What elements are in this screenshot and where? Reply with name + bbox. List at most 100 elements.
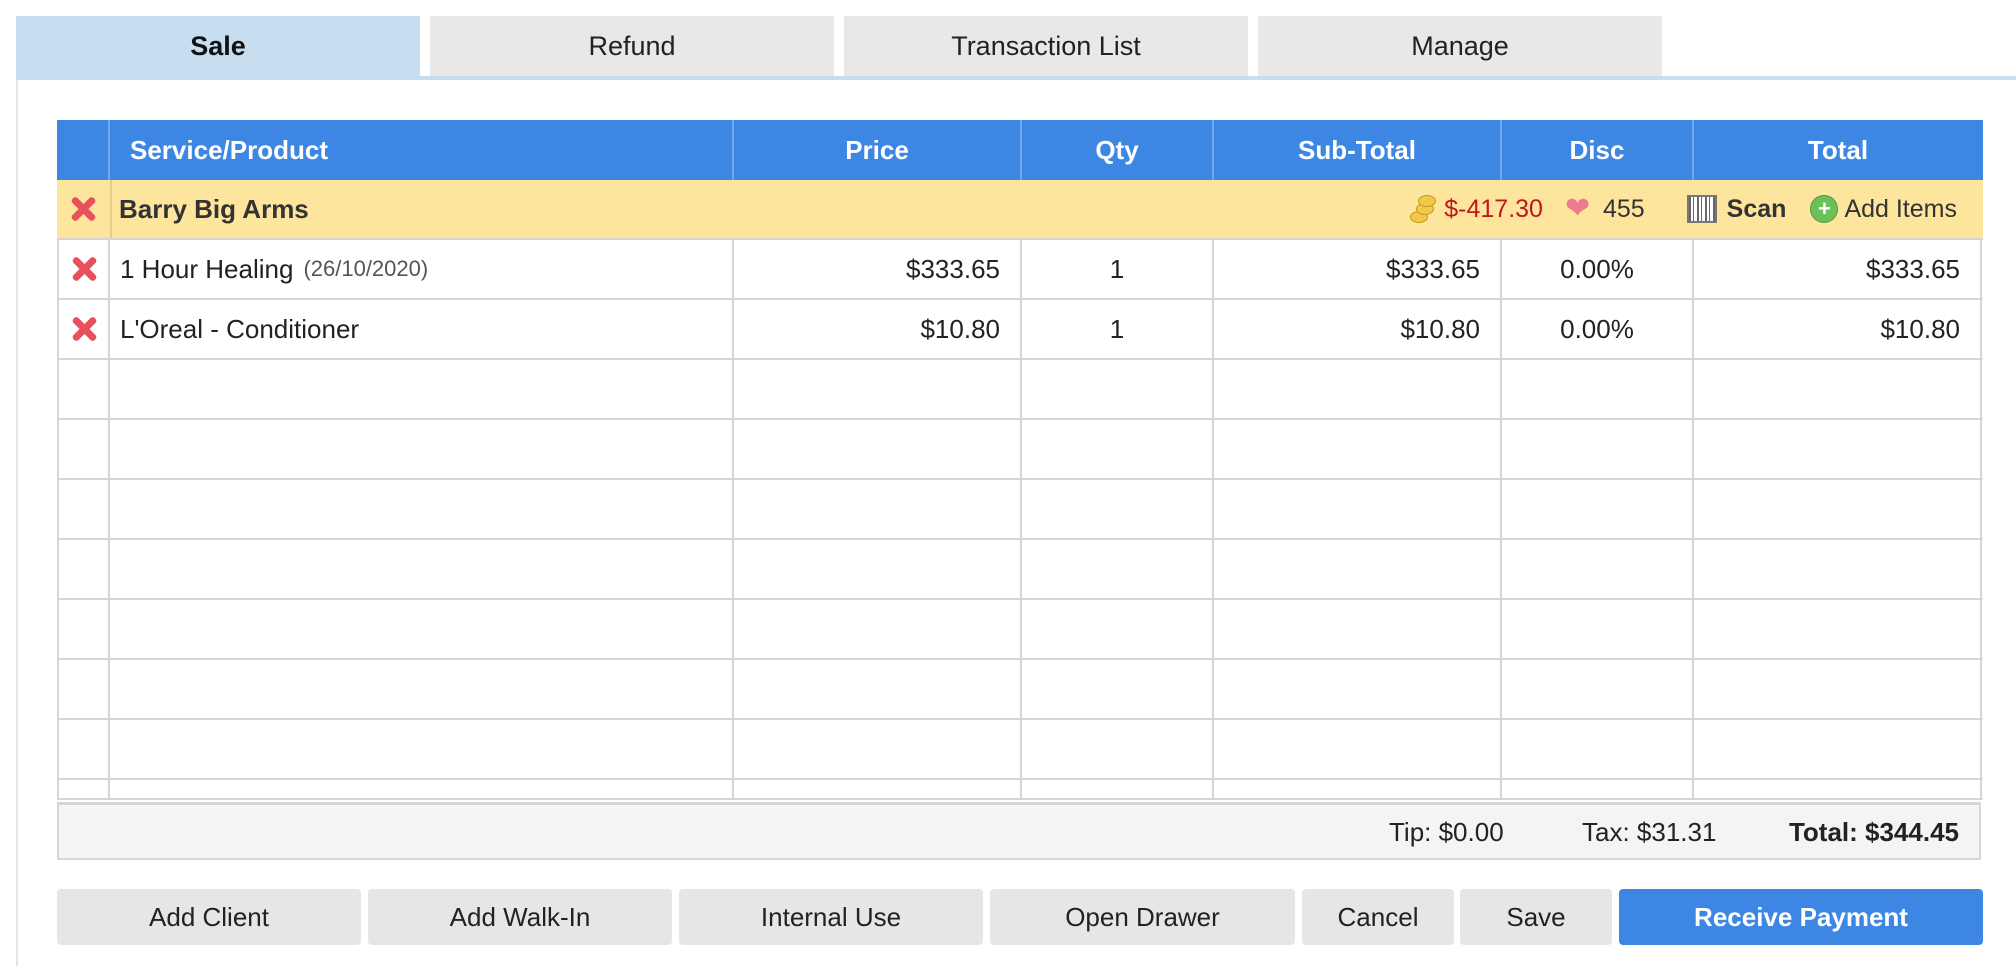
item-name-cell[interactable]: L'Oreal - Conditioner [110, 300, 734, 358]
tip-amount[interactable]: Tip: $0.00 [1389, 805, 1504, 859]
add-icon[interactable]: + [1810, 195, 1839, 223]
open-drawer-button[interactable]: Open Drawer [990, 889, 1295, 945]
client-balance[interactable]: $-417.30 [1444, 195, 1543, 224]
tab-manage[interactable]: Manage [1258, 16, 1662, 77]
item-name-cell[interactable]: 1 Hour Healing (26/10/2020) [110, 240, 734, 298]
empty-cell [1502, 660, 1694, 718]
empty-cell [734, 540, 1022, 598]
empty-cell [110, 660, 734, 718]
empty-cell [1694, 780, 1982, 798]
item-qty[interactable]: 1 [1022, 240, 1214, 298]
empty-cell [1502, 780, 1694, 798]
empty-row [57, 720, 1983, 780]
empty-cell [57, 420, 110, 478]
empty-cell [1502, 360, 1694, 418]
empty-cell [110, 540, 734, 598]
remove-icon[interactable] [70, 315, 98, 343]
add-walkin-button[interactable]: Add Walk-In [368, 889, 672, 945]
item-name: 1 Hour Healing [120, 253, 294, 284]
empty-cell [1022, 660, 1214, 718]
empty-cell [1214, 480, 1502, 538]
tab-sale[interactable]: Sale [16, 16, 420, 77]
remove-client-icon[interactable] [69, 195, 97, 228]
loyalty-points[interactable]: 455 [1603, 195, 1645, 224]
empty-row [57, 360, 1983, 420]
header-qty: Qty [1022, 120, 1214, 180]
empty-row [57, 540, 1983, 600]
empty-row [57, 480, 1983, 540]
empty-cell [1214, 780, 1502, 798]
item-price[interactable]: $333.65 [734, 240, 1022, 298]
empty-cell [734, 420, 1022, 478]
item-subtotal: $10.80 [1214, 300, 1502, 358]
empty-cell [1214, 420, 1502, 478]
tab-refund[interactable]: Refund [430, 16, 834, 77]
item-disc[interactable]: 0.00% [1502, 240, 1694, 298]
client-row: Barry Big Arms $-417.30 ❤ 455 Scan + Add… [57, 180, 1983, 240]
tax-amount: Tax: $31.31 [1582, 816, 1717, 847]
item-disc[interactable]: 0.00% [1502, 300, 1694, 358]
empty-cell [1022, 540, 1214, 598]
empty-cell [1214, 720, 1502, 778]
empty-cell [57, 780, 110, 798]
cancel-button[interactable]: Cancel [1302, 889, 1454, 945]
empty-cell [1502, 540, 1694, 598]
item-qty[interactable]: 1 [1022, 300, 1214, 358]
empty-rows [57, 360, 1983, 800]
empty-cell [1694, 420, 1982, 478]
divider [110, 180, 112, 238]
empty-cell [734, 480, 1022, 538]
empty-cell [1022, 420, 1214, 478]
empty-cell [1022, 360, 1214, 418]
empty-cell [1502, 420, 1694, 478]
remove-item-cell[interactable] [57, 300, 110, 358]
item-price[interactable]: $10.80 [734, 300, 1022, 358]
empty-cell [1022, 480, 1214, 538]
empty-cell [1022, 720, 1214, 778]
item-date: (26/10/2020) [303, 256, 429, 281]
empty-cell [734, 780, 1022, 798]
empty-cell [110, 720, 734, 778]
empty-cell [1694, 600, 1982, 658]
header-total: Total [1807, 134, 1869, 165]
empty-row [57, 600, 1983, 660]
client-name[interactable]: Barry Big Arms [119, 180, 309, 238]
tab-underline [16, 76, 2016, 80]
barcode-icon[interactable] [1686, 195, 1717, 223]
heart-icon: ❤ [1564, 192, 1591, 225]
item-name: L'Oreal - Conditioner [120, 313, 360, 344]
empty-cell [57, 720, 110, 778]
remove-item-cell[interactable] [57, 240, 110, 298]
table-row: 1 Hour Healing (26/10/2020) $333.65 1 $3… [57, 240, 1983, 300]
header-subtotal: Sub-Total [1214, 120, 1502, 180]
scan-button[interactable]: Scan [1727, 195, 1787, 224]
empty-cell [1502, 720, 1694, 778]
totals-bar: Tip: $0.00 Tax: $31.31 Total: $344.45 [57, 802, 1981, 860]
empty-row [57, 660, 1983, 720]
internal-use-button[interactable]: Internal Use [679, 889, 983, 945]
receive-payment-button[interactable]: Receive Payment [1619, 889, 1983, 945]
header-delete-col [57, 120, 110, 180]
add-client-button[interactable]: Add Client [57, 889, 361, 945]
sale-table: Service/Product Price Qty Sub-Total Disc… [57, 120, 1983, 800]
item-subtotal: $333.65 [1214, 240, 1502, 298]
empty-cell [110, 780, 734, 798]
empty-cell [110, 480, 734, 538]
client-tools: $-417.30 ❤ 455 Scan + Add Items [1408, 180, 1957, 238]
empty-cell [57, 600, 110, 658]
empty-cell [1214, 600, 1502, 658]
save-button[interactable]: Save [1460, 889, 1612, 945]
empty-cell [110, 420, 734, 478]
table-header: Service/Product Price Qty Sub-Total Disc… [57, 120, 1983, 180]
empty-cell [1694, 480, 1982, 538]
empty-cell [57, 540, 110, 598]
tab-transaction-list[interactable]: Transaction List [844, 16, 1248, 77]
empty-cell [1694, 540, 1982, 598]
empty-cell [110, 600, 734, 658]
empty-cell [1214, 540, 1502, 598]
empty-cell [734, 660, 1022, 718]
empty-cell [734, 720, 1022, 778]
grand-total: Total: $344.45 [1788, 816, 1959, 847]
remove-icon[interactable] [70, 255, 98, 283]
add-items-button[interactable]: Add Items [1844, 195, 1957, 224]
